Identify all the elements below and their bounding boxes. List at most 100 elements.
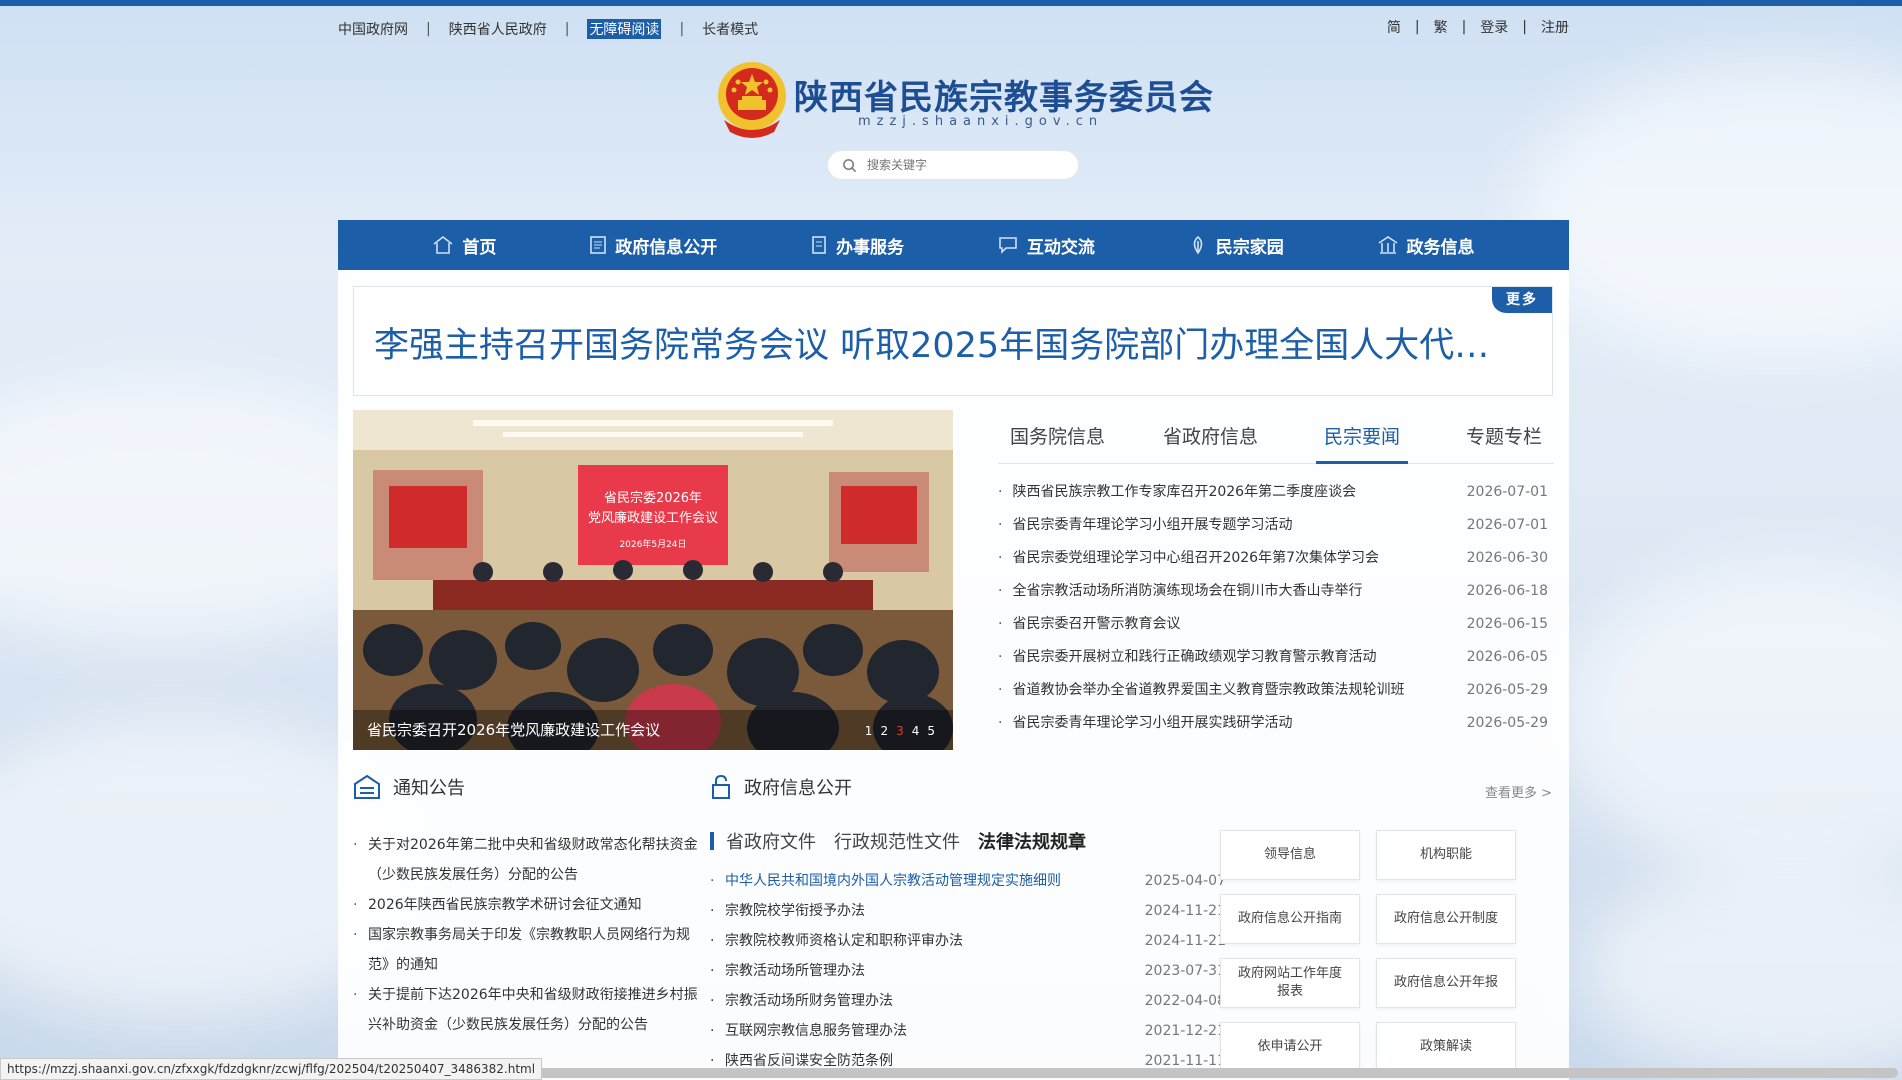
slide-dot-active[interactable]: 3 [896,724,904,738]
quick-annual-report-button[interactable]: 政府信息公开年报 [1376,958,1516,1008]
link-register[interactable]: 注册 [1541,17,1569,37]
subtab-laws-regulations[interactable]: 法律法规规章 [978,828,1086,854]
quick-disclosure-system-button[interactable]: 政府信息公开制度 [1376,894,1516,944]
banner-subtitle: 党风廉政建设工作会议 [588,510,718,526]
leaf-icon [1193,235,1203,255]
tab-ethnic-religious-news[interactable]: 民宗要闻 [1315,410,1408,464]
document-icon [590,236,607,254]
notice-item[interactable]: 关于对2026年第二批中央和省级财政常态化帮扶资金（少数民族发展任务）分配的公告 [353,830,703,890]
tab-special-topics[interactable]: 专题专栏 [1466,410,1542,464]
list-item[interactable]: 中华人民共和国境内外国人宗教活动管理规定实施细则 2025-04-07 [710,866,1226,896]
nav-home[interactable]: 首页 [432,233,496,258]
news-list: 陕西省民族宗教工作专家库召开2026年第二季度座谈会 2026-07-01 省民宗… [998,476,1554,740]
slide-dot[interactable]: 4 [912,724,920,738]
link-traditional[interactable]: 繁 [1434,17,1448,37]
news-title[interactable]: 省道教协会举办全省道教界爱国主义教育暨宗教政策法规轮训班 [998,674,1404,707]
list-item[interactable]: 宗教院校教师资格认定和职称评审办法 2024-11-21 [710,926,1226,956]
nav-interaction-label: 互动交流 [1026,237,1095,258]
list-item[interactable]: 省民宗委开展树立和践行正确政绩观学习教育警示教育活动 2026-06-05 [998,641,1554,674]
quick-policy-interpretation-button[interactable]: 政策解读 [1376,1022,1516,1072]
nav-interaction[interactable]: 互动交流 [997,233,1095,258]
list-item[interactable]: 宗教活动场所财务管理办法 2022-04-08 [710,986,1226,1016]
link-accessible-reading[interactable]: 无障碍阅读 [587,19,662,39]
news-panel: 国务院信息 省政府信息 民宗要闻 专题专栏 陕西省民族宗教工作专家库召开2026… [998,410,1554,750]
notice-item[interactable]: 关于提前下达2026年中央和省级财政衔接推进乡村振兴补助资金（少数民族发展任务）… [353,980,703,1040]
nav-gov-affairs[interactable]: 政务信息 [1377,233,1475,258]
tab-provincial-gov[interactable]: 省政府信息 [1163,410,1258,464]
doc-title[interactable]: 宗教院校教师资格认定和职称评审办法 [710,926,963,956]
quick-website-report-button[interactable]: 政府网站工作年度报表 [1220,958,1360,1008]
news-date: 2026-07-01 [1466,517,1548,533]
nav-home-label: 首页 [462,237,497,258]
slide-dot[interactable]: 2 [880,724,888,738]
quick-links-grid: 领导信息 机构职能 政府信息公开指南 政府信息公开制度 政府网站工作年度报表 政… [1220,830,1560,1072]
list-item[interactable]: 省民宗委党组理论学习中心组召开2026年第7次集体学习会 2026-06-30 [998,542,1554,575]
subtab-provincial-docs[interactable]: 省政府文件 [726,828,816,854]
subtab-marker [710,832,714,850]
doc-title[interactable]: 中华人民共和国境内外国人宗教活动管理规定实施细则 [710,866,1061,896]
notice-item[interactable]: 2026年陕西省民族宗教学术研讨会征文通知 [353,890,703,920]
doc-list: 中华人民共和国境内外国人宗教活动管理规定实施细则 2025-04-07 宗教院校学… [710,866,1226,1076]
doc-title[interactable]: 宗教院校学衔授予办法 [710,896,865,926]
news-title[interactable]: 省民宗委青年理论学习小组开展专题学习活动 [998,509,1292,542]
doc-title[interactable]: 宗教活动场所财务管理办法 [710,986,893,1016]
slide-dot[interactable]: 5 [927,724,935,738]
link-simplified[interactable]: 简 [1387,17,1401,37]
nav-services-label: 办事服务 [836,237,905,258]
list-item[interactable]: 陕西省民族宗教工作专家库召开2026年第二季度座谈会 2026-07-01 [998,476,1554,509]
doc-date: 2023-07-31 [1144,963,1226,979]
subtab-normative-docs[interactable]: 行政规范性文件 [834,828,960,854]
list-item[interactable]: 省民宗委召开警示教育会议 2026-06-15 [998,608,1554,641]
site-title: 陕西省民族宗教事务委员会 [794,78,1214,118]
headline-link[interactable]: 李强主持召开国务院常务会议 听取2025年国务院部门办理全国人大代表… [374,317,1514,368]
doc-title[interactable]: 互联网宗教信息服务管理办法 [710,1016,907,1046]
slide-caption[interactable]: 省民宗委召开2026年党风廉政建设工作会议 [367,719,660,740]
news-title[interactable]: 省民宗委青年理论学习小组开展实践研学活动 [998,707,1292,740]
quick-leader-info-button[interactable]: 领导信息 [1220,830,1360,880]
list-item[interactable]: 全省宗教活动场所消防演练现场会在铜川市大香山寺举行 2026-06-18 [998,575,1554,608]
site-domain: mzzj.shaanxi.gov.cn [858,114,1104,129]
news-date: 2026-05-29 [1466,715,1548,731]
notice-item[interactable]: 国家宗教事务局关于印发《宗教教职人员网络行为规范》的通知 [353,920,703,980]
search-icon[interactable] [842,158,857,173]
quick-org-functions-button[interactable]: 机构职能 [1376,830,1516,880]
news-title[interactable]: 陕西省民族宗教工作专家库召开2026年第二季度座谈会 [998,476,1356,509]
news-title[interactable]: 全省宗教活动场所消防演练现场会在铜川市大香山寺举行 [998,575,1362,608]
quick-request-disclosure-button[interactable]: 依申请公开 [1220,1022,1360,1072]
news-date: 2026-06-05 [1466,649,1548,665]
headline-more-button[interactable]: 更多 [1492,287,1552,313]
nav-services[interactable]: 办事服务 [810,233,904,258]
list-item[interactable]: 互联网宗教信息服务管理办法 2021-12-21 [710,1016,1226,1046]
news-title[interactable]: 省民宗委开展树立和践行正确政绩观学习教育警示教育活动 [998,641,1376,674]
list-item[interactable]: 省民宗委青年理论学习小组开展专题学习活动 2026-07-01 [998,509,1554,542]
nav-community-label: 民宗家园 [1215,237,1284,258]
nav-gov-info-label: 政府信息公开 [615,237,718,258]
tab-state-council[interactable]: 国务院信息 [1010,410,1105,464]
search-input[interactable] [867,158,1067,172]
list-item[interactable]: 省道教协会举办全省道教界爱国主义教育暨宗教政策法规轮训班 2026-05-29 [998,674,1554,707]
list-item[interactable]: 宗教活动场所管理办法 2023-07-31 [710,956,1226,986]
user-links: 简 | 繁 | 登录 | 注册 [1386,17,1569,37]
building-icon [1378,236,1397,254]
list-item[interactable]: 宗教院校学衔授予办法 2024-11-21 [710,896,1226,926]
link-shaanxi-gov[interactable]: 陕西省人民政府 [449,19,547,39]
news-title[interactable]: 省民宗委召开警示教育会议 [998,608,1180,641]
nav-gov-info[interactable]: 政府信息公开 [589,233,717,258]
link-china-gov[interactable]: 中国政府网 [338,19,408,39]
nav-community[interactable]: 民宗家园 [1188,233,1284,258]
gov-info-title: 政府信息公开 [744,778,852,799]
news-title[interactable]: 省民宗委党组理论学习中心组召开2026年第7次集体学习会 [998,542,1379,575]
lock-icon [712,774,730,799]
link-elder-mode[interactable]: 长者模式 [702,19,758,39]
notice-header: 通知公告 [353,770,703,804]
doc-title[interactable]: 宗教活动场所管理办法 [710,956,865,986]
horizontal-scrollbar[interactable] [518,1068,1898,1078]
list-item[interactable]: 省民宗委青年理论学习小组开展实践研学活动 2026-05-29 [998,707,1554,740]
link-login[interactable]: 登录 [1480,17,1508,37]
quick-disclosure-guide-button[interactable]: 政府信息公开指南 [1220,894,1360,944]
service-icon [812,236,826,254]
view-more-link[interactable]: 查看更多 > [1485,782,1552,801]
photo-slideshow[interactable]: 省民宗委2026年 党风廉政建设工作会议 2026年5月24日 省民宗委召开20… [353,410,953,750]
slide-dot[interactable]: 1 [865,724,873,738]
doc-date: 2024-11-21 [1144,933,1226,949]
